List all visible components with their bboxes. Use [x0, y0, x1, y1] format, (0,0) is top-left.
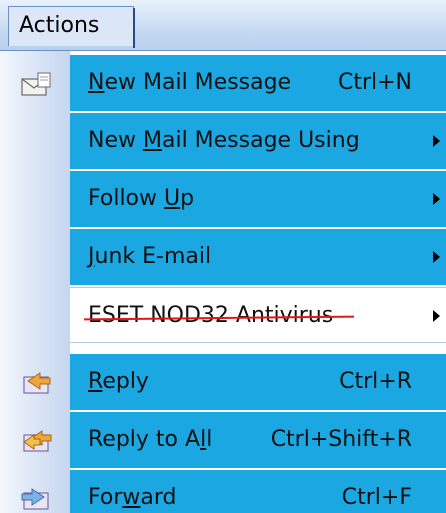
menu-item-shortcut: Ctrl+F	[341, 485, 412, 510]
new-mail-icon	[20, 69, 54, 99]
menu-item-shortcut: Ctrl+Shift+R	[270, 427, 412, 452]
menu-item-reply[interactable]: Reply Ctrl+R	[70, 354, 446, 410]
menu-item-reply-to-all[interactable]: Reply to All Ctrl+Shift+R	[70, 412, 446, 468]
menu-item-label: Reply	[88, 369, 149, 394]
menu-item-new-mail-message[interactable]: New Mail Message Ctrl+N	[70, 55, 446, 111]
menu-item-label: Follow Up	[88, 186, 195, 211]
reply-icon	[20, 369, 54, 399]
reply-all-icon	[20, 427, 54, 457]
menu-item-new-mail-message-using[interactable]: New Mail Message Using	[70, 113, 446, 169]
menu-item-shortcut: Ctrl+R	[339, 369, 412, 394]
submenu-arrow-icon	[433, 135, 440, 147]
menu-bar: Actions	[0, 0, 446, 51]
menu-item-label: Reply to All	[88, 427, 213, 452]
menu-item-label: New Mail Message	[88, 70, 292, 95]
menu-item-junk-email[interactable]: Junk E-mail	[70, 229, 446, 285]
actions-menu-title[interactable]: Actions	[8, 6, 134, 46]
menubar-separator	[133, 8, 135, 48]
menu-item-label: New Mail Message Using	[88, 128, 360, 153]
menu-item-eset-nod32-antivirus[interactable]: ESET NOD32 Antivirus	[70, 287, 446, 343]
submenu-arrow-icon	[433, 251, 440, 263]
menu-item-label: Junk E-mail	[88, 244, 212, 269]
menu-item-label: Forward	[88, 485, 177, 510]
menu-item-follow-up[interactable]: Follow Up	[70, 171, 446, 227]
menu-item-forward[interactable]: Forward Ctrl+F	[70, 470, 446, 513]
submenu-arrow-icon	[433, 193, 440, 205]
submenu-arrow-icon	[433, 310, 440, 322]
outlook-actions-menu: Actions New Mail Message Ctrl+N New Mail…	[0, 0, 446, 513]
menu-item-shortcut: Ctrl+N	[337, 70, 412, 95]
actions-dropdown: New Mail Message Ctrl+N New Mail Message…	[0, 50, 446, 513]
forward-icon	[20, 485, 54, 513]
